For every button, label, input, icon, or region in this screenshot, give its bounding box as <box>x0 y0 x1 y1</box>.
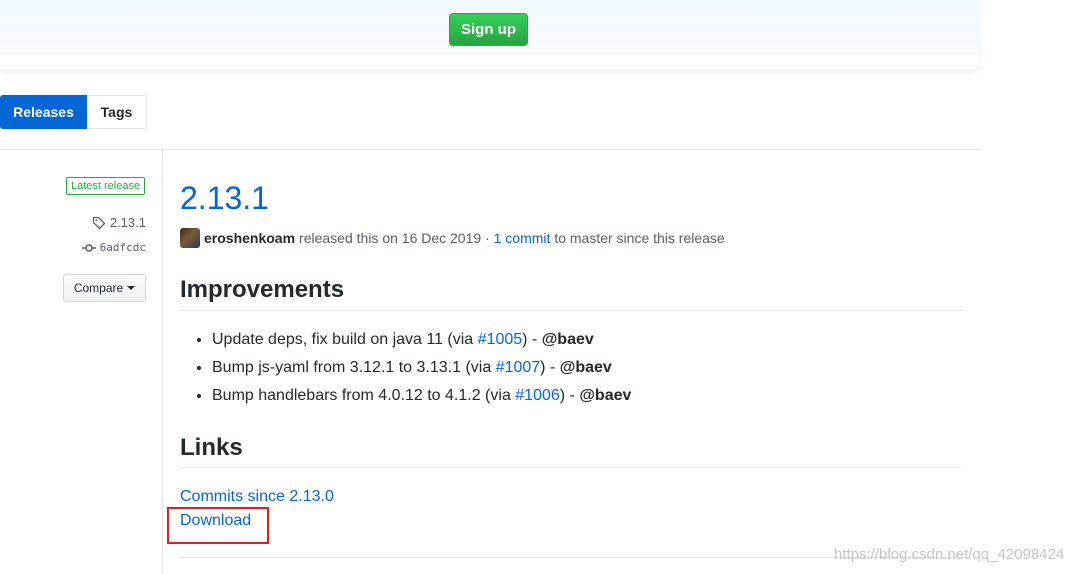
watermark: https://blog.csdn.net/qq_42098424 <box>834 546 1065 563</box>
improvements-heading: Improvements <box>180 276 345 303</box>
item-text: Update deps, fix build on java 11 (via <box>212 331 478 348</box>
compare-label: Compare <box>73 281 124 295</box>
release-commit-sha: 6adfcdc <box>99 241 146 254</box>
divider <box>0 149 979 150</box>
list-item: Bump js-yaml from 3.12.1 to 3.13.1 (via … <box>212 354 631 382</box>
item-separator: ) - <box>522 331 542 348</box>
avatar[interactable] <box>180 228 200 248</box>
release-byline: eroshenkoam released this on 16 Dec 2019… <box>180 228 725 248</box>
banner-text-fragment <box>440 0 590 4</box>
tab-releases[interactable]: Releases <box>0 95 87 129</box>
since-text: to master since this release <box>554 230 725 246</box>
highlight-annotation <box>167 507 269 544</box>
released-text: released this on 16 Dec 2019 · <box>299 230 490 246</box>
heading-rule <box>180 310 963 311</box>
pr-link[interactable]: #1006 <box>515 387 560 404</box>
item-separator: ) - <box>559 387 580 404</box>
latest-release-badge: Latest release <box>66 177 146 195</box>
release-title[interactable]: 2.13.1 <box>180 178 269 218</box>
links-heading: Links <box>180 434 243 461</box>
pr-link[interactable]: #1007 <box>496 359 541 376</box>
release-tag-label: 2.13.1 <box>109 215 146 230</box>
user-mention[interactable]: @baev <box>560 359 612 376</box>
release-tabs: Releases Tags <box>0 95 147 129</box>
commit-count-link[interactable]: 1 commit <box>494 230 551 246</box>
list-item: Update deps, fix build on java 11 (via #… <box>212 326 631 354</box>
caret-down-icon <box>127 286 136 290</box>
heading-rule <box>180 467 963 468</box>
release-meta-divider <box>162 150 163 574</box>
release-tag-link[interactable]: 2.13.1 <box>92 215 146 230</box>
user-mention[interactable]: @baev <box>542 331 594 348</box>
pr-link[interactable]: #1005 <box>478 331 523 348</box>
item-separator: ) - <box>540 359 560 376</box>
tab-tags[interactable]: Tags <box>87 95 147 129</box>
list-item: Bump handlebars from 4.0.12 to 4.1.2 (vi… <box>212 382 631 410</box>
compare-button[interactable]: Compare <box>63 274 146 302</box>
user-mention[interactable]: @baev <box>579 387 631 404</box>
signup-banner: Sign up <box>0 0 979 70</box>
author-link[interactable]: eroshenkoam <box>204 230 295 246</box>
item-text: Bump handlebars from 4.0.12 to 4.1.2 (vi… <box>212 387 516 404</box>
signup-button[interactable]: Sign up <box>449 13 528 46</box>
release-commit-link[interactable]: 6adfcdc <box>81 241 146 254</box>
improvements-list: Update deps, fix build on java 11 (via #… <box>180 326 631 410</box>
commits-since-link[interactable]: Commits since 2.13.0 <box>180 488 334 506</box>
git-commit-icon <box>81 243 96 252</box>
tag-icon <box>92 216 105 229</box>
item-text: Bump js-yaml from 3.12.1 to 3.13.1 (via <box>212 359 496 376</box>
